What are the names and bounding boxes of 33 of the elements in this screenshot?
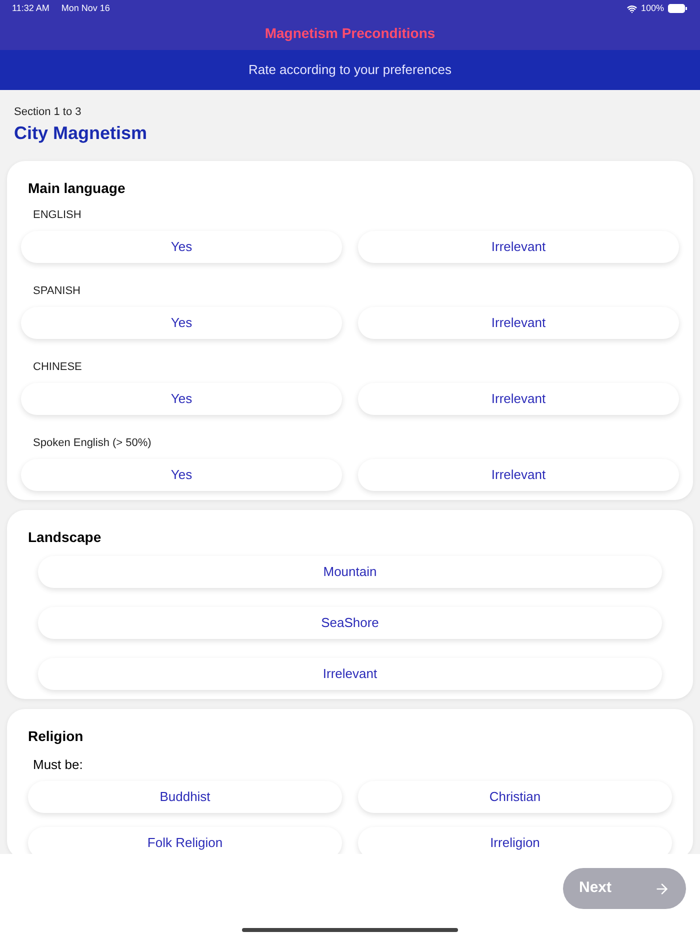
option-button[interactable]: Buddhist (28, 781, 342, 813)
option-button[interactable]: Yes (21, 230, 342, 262)
option-button[interactable]: Yes (21, 306, 342, 338)
section-label: Section 1 to 3 (14, 105, 82, 120)
card-title: Landscape (28, 528, 102, 547)
status-time: 11:32 AM (12, 2, 50, 15)
option-button[interactable]: Mountain (38, 556, 662, 588)
option-button[interactable]: Irrelevant (358, 230, 679, 262)
question-label: ENGLISH (32, 208, 82, 222)
card-title: Main language (28, 178, 126, 198)
option-button[interactable]: SeaShore (38, 606, 662, 638)
option-button[interactable]: Folk Religion (28, 827, 342, 854)
question-label: SPANISH (32, 284, 82, 298)
arrow-right-icon (654, 880, 670, 896)
option-button[interactable]: Yes (21, 458, 342, 490)
battery-level: 100% (640, 2, 664, 15)
page-title: City Magnetism (14, 122, 148, 144)
card-title: Religion (28, 726, 84, 746)
option-button[interactable]: Irreligion (358, 827, 672, 854)
option-button[interactable]: Yes (21, 382, 342, 414)
subtitle: Rate according to your preferences (248, 61, 452, 80)
app-title: Magnetism Preconditions (264, 24, 436, 43)
wifi-icon (626, 4, 637, 14)
option-button[interactable]: Irrelevant (358, 382, 679, 414)
option-button[interactable]: Christian (358, 781, 672, 813)
status-date: Mon Nov 16 (61, 2, 110, 15)
question-label: CHINESE (32, 360, 83, 374)
card-subtitle: Must be: (32, 756, 84, 774)
question-label: Spoken English (> 50%) (32, 436, 152, 450)
battery-icon (668, 4, 688, 13)
option-button[interactable]: Irrelevant (358, 458, 679, 490)
option-button[interactable]: Irrelevant (38, 658, 662, 690)
option-button[interactable]: Irrelevant (358, 306, 679, 338)
